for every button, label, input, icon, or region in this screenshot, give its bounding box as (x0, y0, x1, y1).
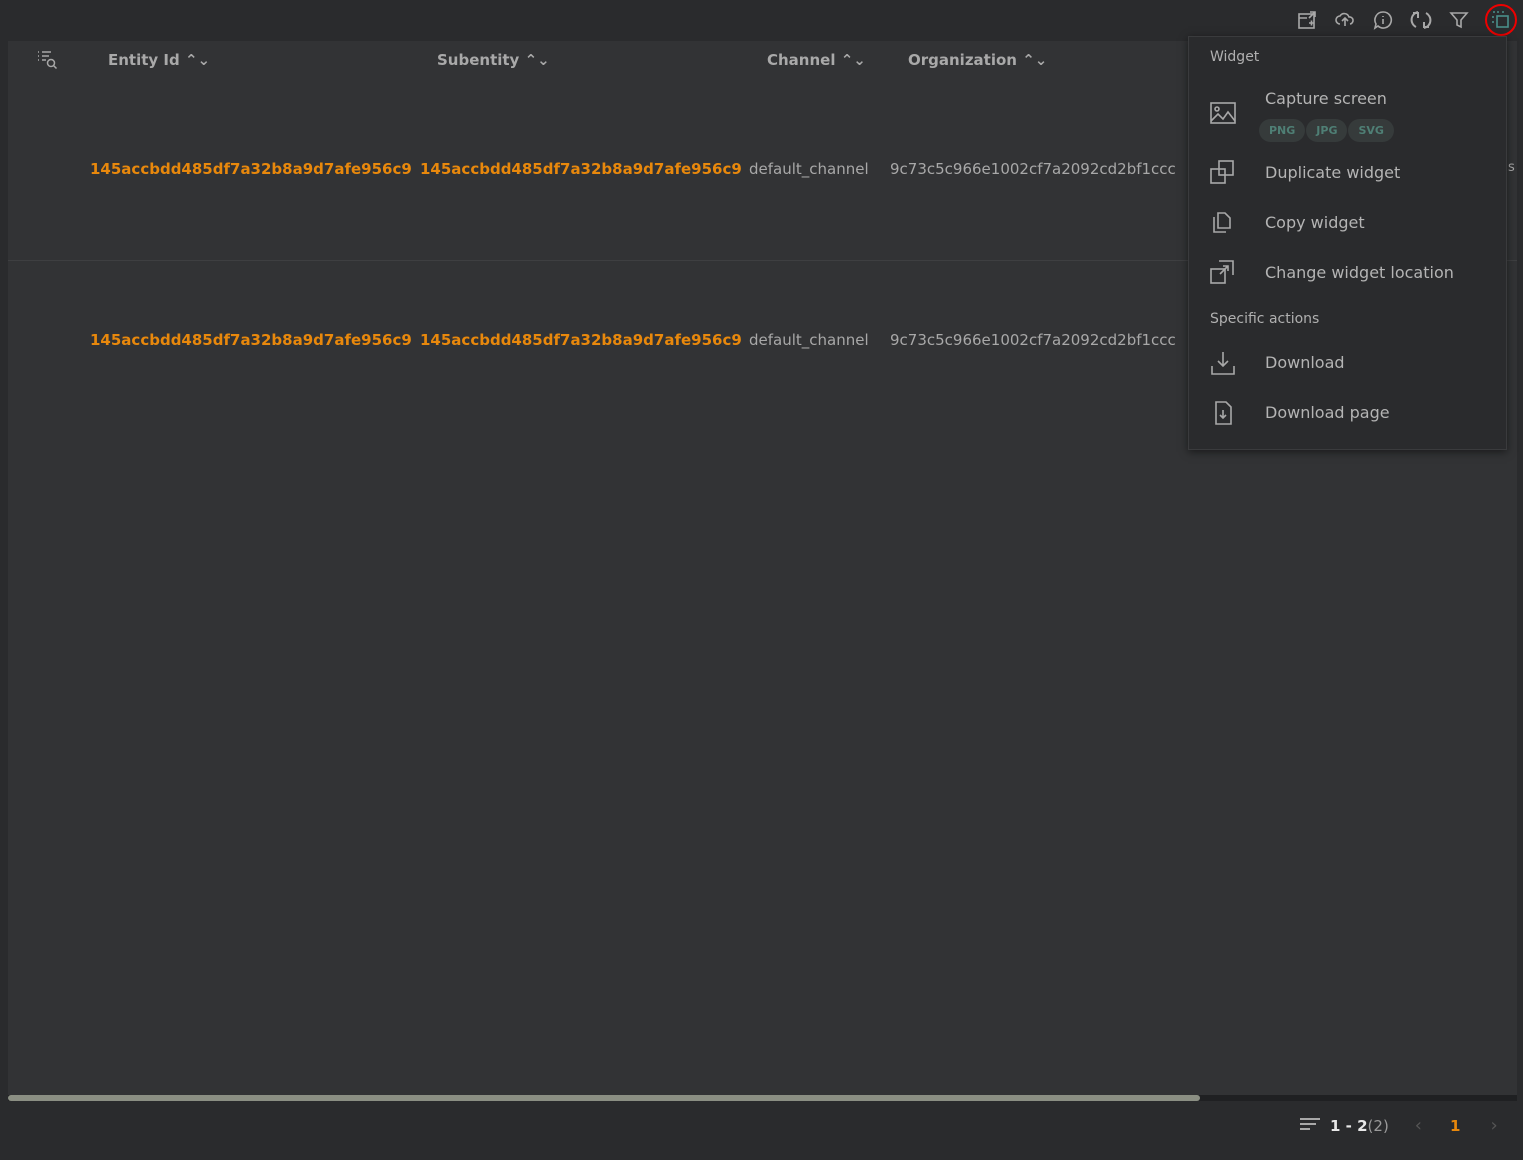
current-page[interactable]: 1 (1450, 1117, 1460, 1135)
section-widget: Widget (1210, 49, 1260, 65)
section-specific-actions: Specific actions (1210, 311, 1320, 327)
menu-item-copy-widget[interactable]: Copy widget (1189, 201, 1506, 245)
widget-actions-menu: Widget Capture screen PNG JPG SVG Duplic… (1188, 36, 1507, 450)
duplicate-icon (1210, 160, 1236, 186)
clipped-cell: s (1508, 160, 1515, 175)
menu-label: Capture screen (1265, 89, 1387, 108)
menu-label: Copy widget (1265, 213, 1365, 232)
menu-item-duplicate-widget[interactable]: Duplicate widget (1189, 151, 1506, 195)
organization-cell: 9c73c5c966e1002cf7a2092cd2bf1ccc (890, 331, 1176, 349)
subentity-cell[interactable]: 145accbdd485df7a32b8a9d7afe956c9 (420, 331, 742, 349)
upload-cloud-icon[interactable] (1333, 8, 1357, 32)
menu-item-download[interactable]: Download (1189, 341, 1506, 385)
column-label: Subentity (437, 51, 520, 69)
refresh-icon[interactable] (1409, 8, 1433, 32)
menu-label: Download (1265, 353, 1345, 372)
rows-per-page-icon[interactable] (1300, 1117, 1320, 1135)
entity-id-cell[interactable]: 145accbdd485df7a32b8a9d7afe956c9 (90, 331, 412, 349)
subentity-cell[interactable]: 145accbdd485df7a32b8a9d7afe956c9 (420, 160, 742, 178)
horizontal-scrollbar[interactable] (8, 1095, 1517, 1101)
filter-icon[interactable] (1447, 8, 1471, 32)
column-label: Organization (908, 51, 1017, 69)
pagination: 1 - 2 (2) ‹ 1 › (1300, 1115, 1498, 1136)
format-png-chip[interactable]: PNG (1259, 119, 1306, 142)
format-svg-chip[interactable]: SVG (1348, 119, 1394, 142)
scrollbar-thumb[interactable] (8, 1095, 1201, 1101)
prev-page-button[interactable]: ‹ (1415, 1115, 1422, 1136)
capture-format-chips: PNG JPG SVG (1259, 119, 1395, 142)
organization-cell: 9c73c5c966e1002cf7a2092cd2bf1ccc (890, 160, 1176, 178)
move-icon (1210, 260, 1236, 286)
menu-label: Duplicate widget (1265, 163, 1401, 182)
info-icon[interactable] (1371, 8, 1395, 32)
channel-cell: default_channel (749, 160, 869, 178)
entity-id-cell[interactable]: 145accbdd485df7a32b8a9d7afe956c9 (90, 160, 412, 178)
export-icon[interactable] (1295, 8, 1319, 32)
copy-icon (1210, 210, 1236, 236)
menu-label: Download page (1265, 403, 1390, 422)
column-label: Entity Id (108, 51, 180, 69)
menu-item-download-page[interactable]: Download page (1189, 391, 1506, 435)
file-download-icon (1210, 400, 1236, 426)
widget-menu-icon[interactable] (1485, 4, 1517, 36)
total-count: (2) (1367, 1116, 1389, 1135)
format-jpg-chip[interactable]: JPG (1306, 119, 1348, 142)
menu-label: Change widget location (1265, 263, 1454, 282)
column-header-channel[interactable]: Channel ⌃⌄ (767, 51, 866, 69)
column-header-subentity[interactable]: Subentity ⌃⌄ (437, 51, 550, 69)
widget-toolbar (1295, 4, 1517, 36)
image-icon (1210, 101, 1236, 127)
column-header-organization[interactable]: Organization ⌃⌄ (908, 51, 1047, 69)
download-icon (1210, 350, 1236, 376)
column-search-icon[interactable] (37, 50, 59, 70)
column-header-entity-id[interactable]: Entity Id ⌃⌄ (108, 51, 210, 69)
menu-item-change-widget-location[interactable]: Change widget location (1189, 251, 1506, 295)
next-page-button[interactable]: › (1490, 1115, 1497, 1136)
column-label: Channel (767, 51, 836, 69)
channel-cell: default_channel (749, 331, 869, 349)
page-range: 1 - 2 (1330, 1116, 1368, 1135)
